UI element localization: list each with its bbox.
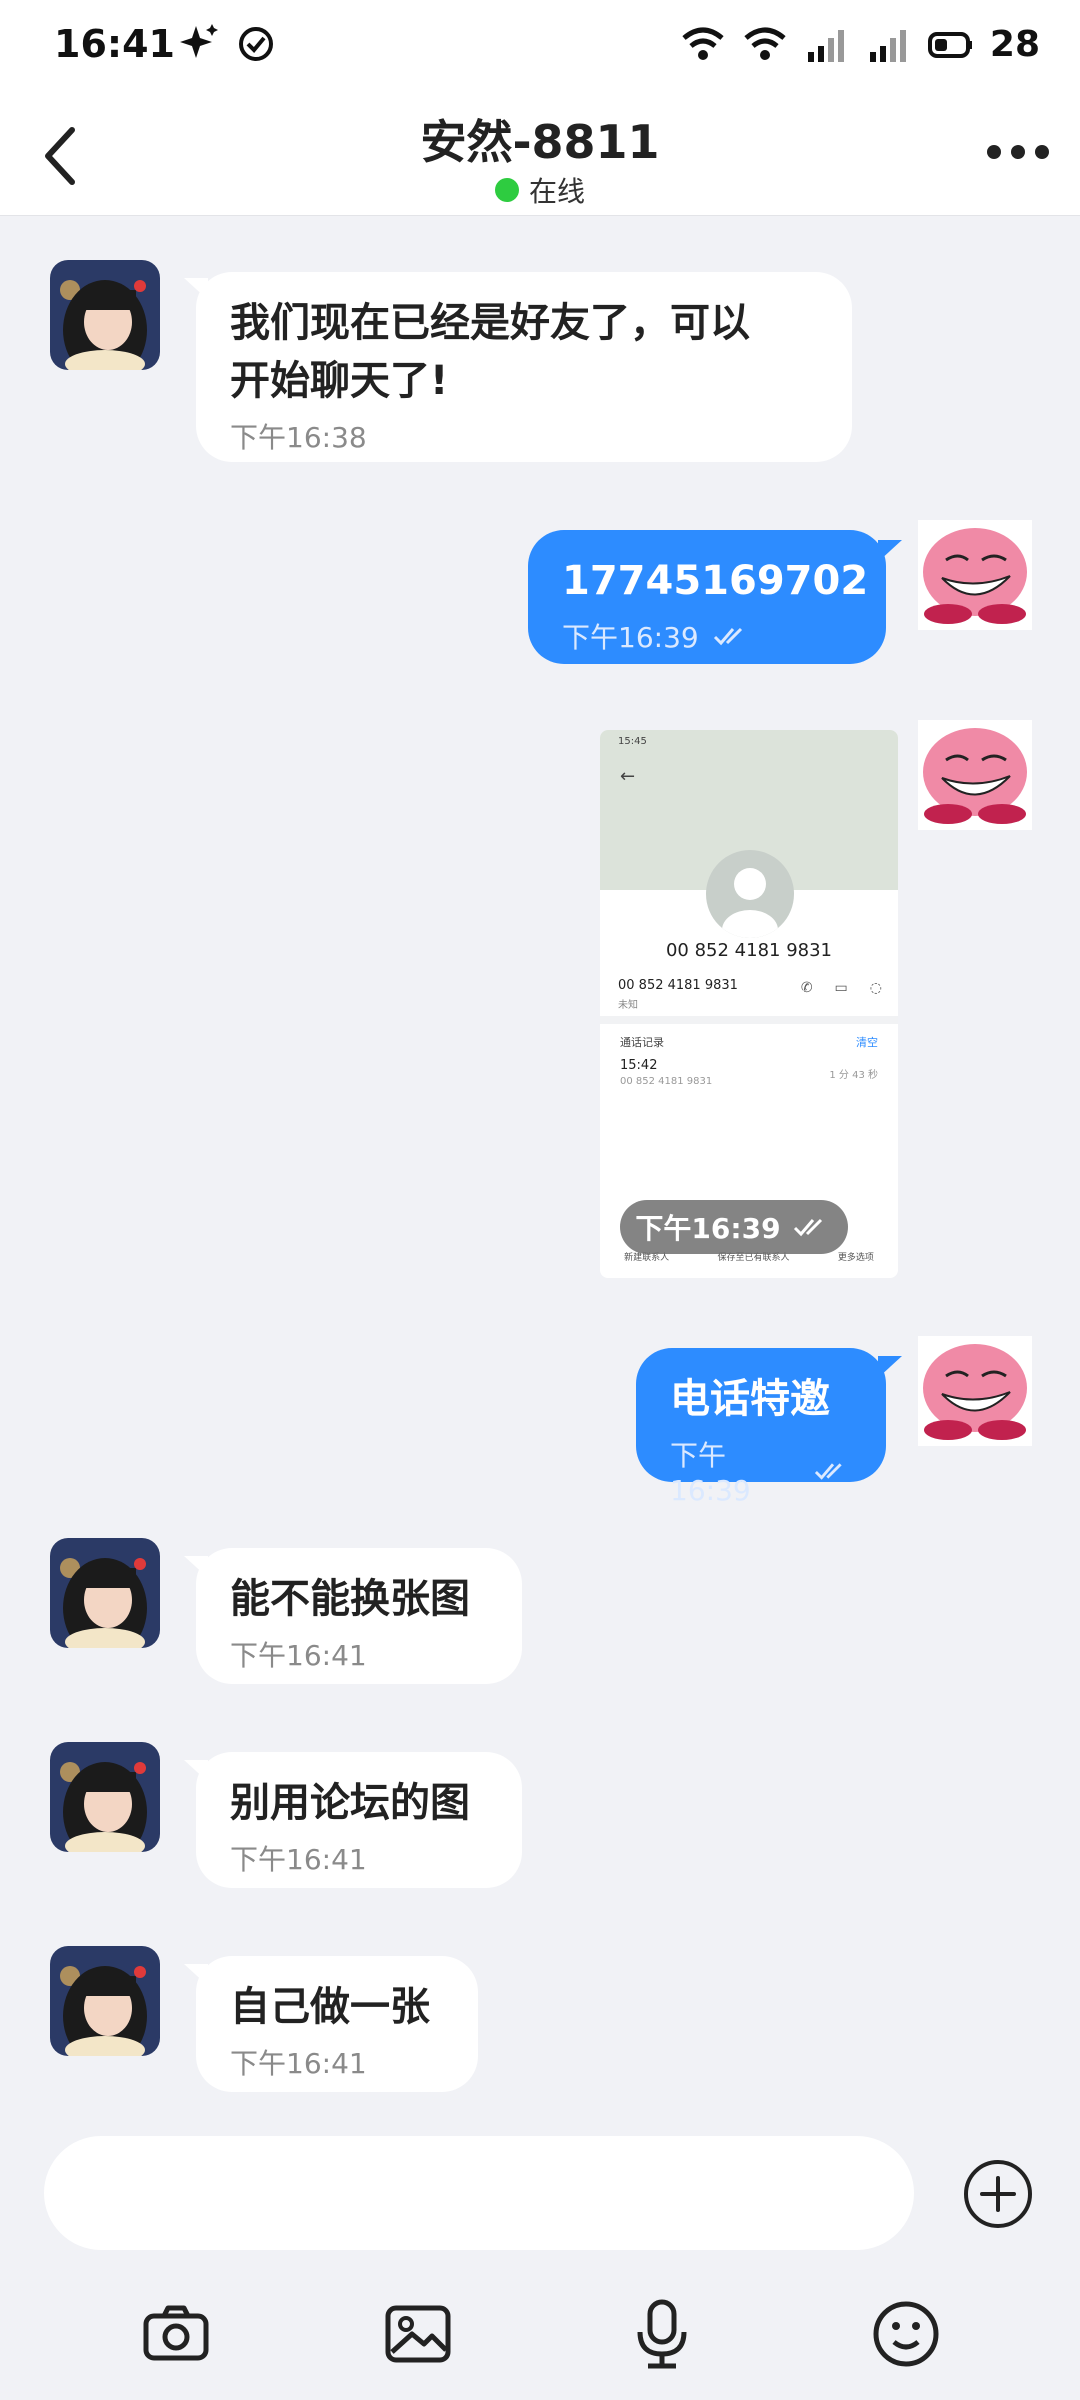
screenshot-call-time: 15:42 — [620, 1058, 658, 1073]
chat-icon: ◌ — [869, 980, 882, 996]
signal-icon — [807, 30, 844, 62]
chat-header: 安然-8811 在线 — [0, 88, 1080, 216]
screenshot-records-label: 通话记录 — [620, 1036, 664, 1049]
contact-avatar[interactable] — [50, 1538, 160, 1648]
phone-icon: ✆ — [800, 980, 813, 996]
video-icon: ▭ — [834, 980, 848, 996]
status-time: 16:41 — [54, 22, 175, 66]
message-bubble[interactable]: 别用论坛的图 下午16:41 — [196, 1752, 522, 1888]
screenshot-contact-icon — [706, 850, 794, 938]
divider — [600, 1016, 898, 1024]
screenshot-actions: ✆ ▭ ◌ — [801, 980, 882, 996]
emoji-icon[interactable] — [870, 2298, 942, 2370]
microphone-icon[interactable] — [626, 2298, 698, 2370]
message-bubble[interactable]: 电话特邀 下午16:39 — [636, 1348, 886, 1507]
contact-avatar[interactable] — [50, 1946, 160, 2056]
more-options-icon[interactable] — [986, 142, 1050, 162]
online-dot-icon — [494, 178, 519, 202]
message-text-line1: 我们现在已经是好友了，可以 — [230, 300, 750, 346]
message-text-line2: 开始聊天了! — [230, 358, 449, 404]
read-receipt-icon — [713, 627, 742, 646]
image-message[interactable]: 15:45 ← 00 852 4181 9831 00 852 4181 983… — [600, 730, 898, 1278]
chat-title: 安然-8811 — [420, 115, 660, 169]
screenshot-row-sub: 未知 — [618, 1000, 638, 1011]
message-time: 下午16:41 — [230, 1843, 367, 1876]
image-message-time: 下午16:39 — [620, 1200, 848, 1254]
contact-avatar[interactable] — [50, 260, 160, 370]
screenshot-status-time: 15:45 — [618, 736, 647, 747]
battery-icon — [927, 32, 972, 58]
message-time: 下午16:39 — [562, 616, 852, 656]
sparkle-icon — [180, 24, 218, 58]
presence-label: 在线 — [528, 175, 585, 208]
message-bubble[interactable]: 自己做一张 下午16:41 — [196, 1956, 478, 2092]
wifi-icon-2 — [744, 27, 786, 60]
message-text: 电话特邀 — [670, 1376, 830, 1422]
message-time: 下午16:38 — [230, 421, 367, 454]
read-receipt-icon — [793, 1218, 822, 1237]
screenshot-more: 更多选项 — [837, 1253, 874, 1263]
read-receipt-icon — [814, 1462, 842, 1480]
screenshot-phone-number: 00 852 4181 9831 — [665, 940, 833, 961]
screenshot-back-icon: ← — [620, 766, 636, 787]
message-time: 下午16:41 — [230, 2047, 367, 2080]
message-text: 别用论坛的图 — [230, 1780, 470, 1826]
presence-status: 在线 — [0, 170, 1080, 210]
message-bubble[interactable]: 能不能换张图 下午16:41 — [196, 1548, 522, 1684]
my-avatar[interactable] — [918, 720, 1032, 830]
check-circle-icon — [239, 27, 273, 61]
status-bar: 16:41 28 — [0, 0, 1080, 88]
message-text: 能不能换张图 — [230, 1576, 470, 1622]
input-toolbar — [0, 2290, 1080, 2400]
signal-icon-2 — [869, 30, 906, 62]
message-input[interactable] — [44, 2136, 914, 2250]
screenshot-call-duration: 1 分 43 秒 — [829, 1070, 878, 1081]
image-icon[interactable] — [382, 2298, 454, 2370]
message-time: 下午16:39 — [670, 1434, 852, 1507]
message-bubble[interactable]: 17745169702 下午16:39 — [528, 530, 886, 664]
battery-level: 28 — [989, 23, 1040, 65]
message-time: 下午16:41 — [230, 1639, 367, 1672]
screenshot-row-number: 00 852 4181 9831 — [618, 978, 738, 993]
wifi-icon — [682, 27, 724, 60]
message-text: 17745169702 — [562, 558, 869, 604]
message-text: 自己做一张 — [230, 1984, 430, 2030]
my-avatar[interactable] — [918, 520, 1032, 630]
my-avatar[interactable] — [918, 1336, 1032, 1446]
screenshot-clear-label: 清空 — [856, 1036, 878, 1049]
add-attachment-icon[interactable] — [962, 2158, 1034, 2230]
message-bubble[interactable]: 我们现在已经是好友了，可以 开始聊天了! 下午16:38 — [196, 272, 852, 462]
contact-avatar[interactable] — [50, 1742, 160, 1852]
screenshot-call-number: 00 852 4181 9831 — [620, 1076, 713, 1087]
camera-icon[interactable] — [140, 2298, 212, 2370]
